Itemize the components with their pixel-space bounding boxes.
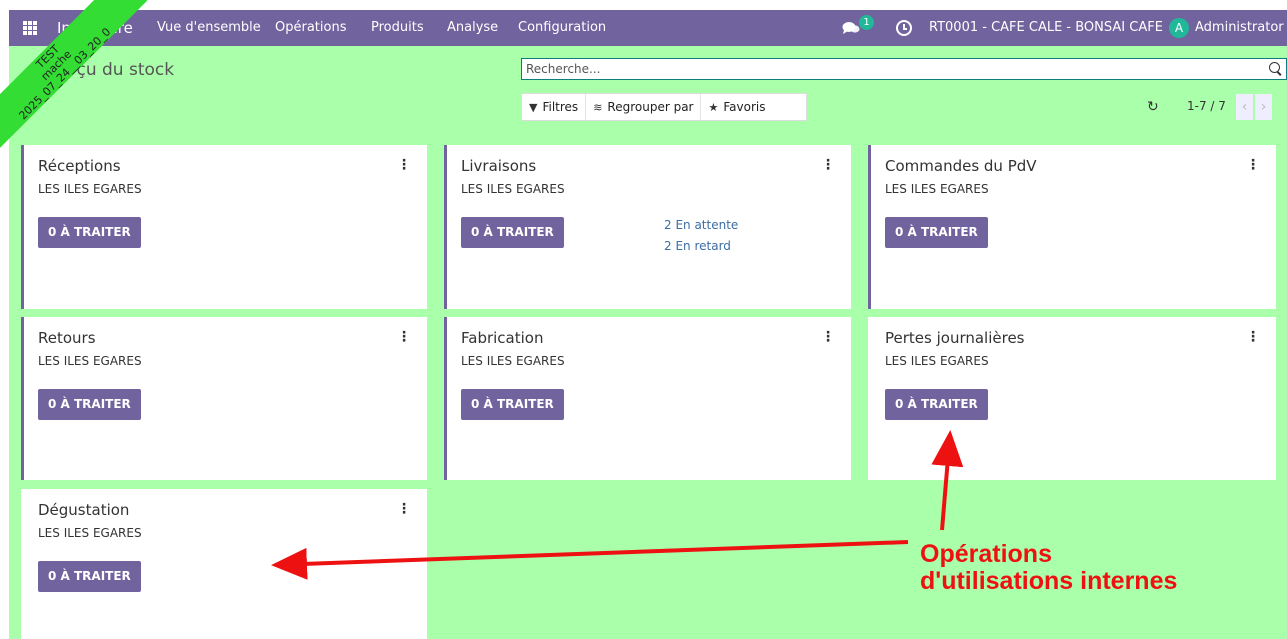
annotation-text: Opérations d'utilisations internes: [920, 541, 1177, 595]
screenshot-frame: Inventaire Vue d'ensemble Opérations Pro…: [0, 0, 1287, 639]
arrow-to-losses: [931, 430, 964, 531]
arrow-to-tasting: [271, 540, 909, 580]
annotation-line-1: Opérations: [920, 540, 1052, 568]
annotation-line-2: d'utilisations internes: [920, 567, 1178, 595]
